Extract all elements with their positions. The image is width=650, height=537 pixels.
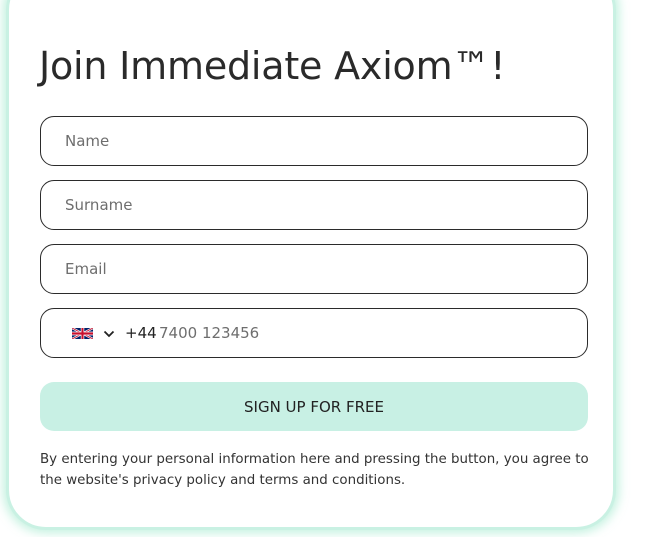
phone-input[interactable] <box>159 309 559 357</box>
name-input[interactable] <box>65 117 565 165</box>
dial-code: +44 <box>125 324 157 342</box>
uk-flag-icon <box>72 328 93 339</box>
country-code-selector[interactable] <box>72 326 122 342</box>
form-title: Join Immediate Axiom™! <box>39 44 506 88</box>
chevron-down-icon <box>103 330 115 338</box>
email-field[interactable] <box>40 244 588 294</box>
surname-input[interactable] <box>65 181 565 229</box>
surname-field[interactable] <box>40 180 588 230</box>
email-input[interactable] <box>65 245 565 293</box>
name-field[interactable] <box>40 116 588 166</box>
privacy-disclaimer: By entering your personal information he… <box>40 452 589 488</box>
phone-field[interactable]: +44 <box>40 308 588 358</box>
sign-up-button[interactable]: SIGN UP FOR FREE <box>40 382 588 431</box>
